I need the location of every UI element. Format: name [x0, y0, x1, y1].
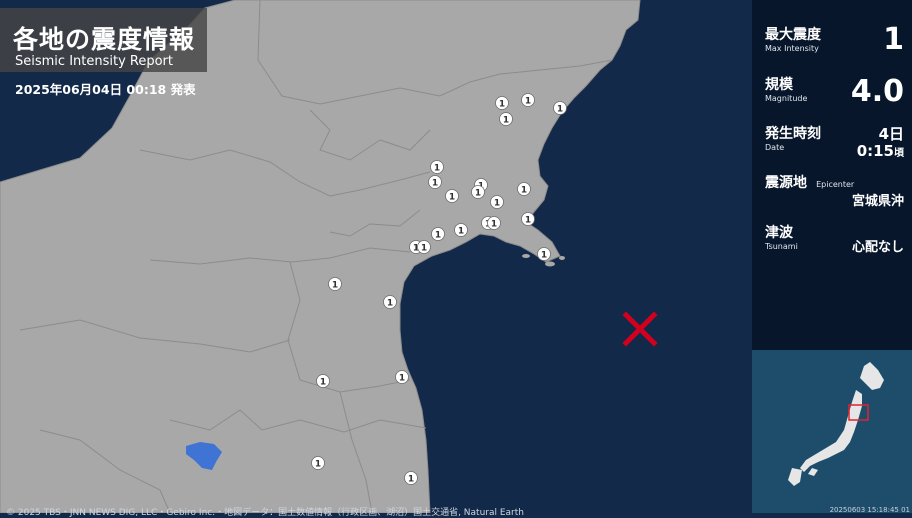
station-intensity-label: 1	[421, 244, 427, 254]
station-intensity-label: 1	[503, 116, 509, 126]
date-day: 4日	[878, 125, 904, 143]
station-intensity-label: 1	[557, 105, 563, 115]
station-intensity-label: 1	[387, 299, 393, 309]
station-intensity-label: 1	[525, 97, 531, 107]
tsunami-row: 津波 Tsunami 心配なし	[765, 222, 904, 256]
announcement-time: 2025年06月04日 00:18 発表	[15, 82, 196, 97]
station-intensity-label: 1	[525, 216, 531, 226]
epicenter-row: 震源地 Epicenter 宮城県沖	[765, 172, 904, 209]
station-intensity-label: 1	[458, 227, 464, 237]
max-intensity-value: 1	[883, 22, 904, 57]
station-intensity-label: 1	[521, 186, 527, 196]
station-intensity-label: 1	[499, 100, 505, 110]
title-box: 各地の震度情報 Seismic Intensity Report	[0, 8, 207, 72]
station-intensity-label: 1	[332, 281, 338, 291]
station-intensity-label: 1	[434, 164, 440, 174]
info-panel: 最大震度 Max Intensity 1 規模 Magnitude 4.0 発生…	[752, 0, 912, 350]
station-intensity-label: 1	[408, 475, 414, 485]
date-time: 0:15	[856, 142, 894, 160]
tsunami-value: 心配なし	[851, 240, 904, 255]
epicenter-label: 震源地	[765, 175, 807, 191]
station-intensity-label: 1	[491, 220, 497, 230]
map-credit: © 2025 TBS・JNN NEWS DIG, LLC・Gebiro Inc.…	[6, 508, 524, 518]
station-intensity-label: 1	[449, 193, 455, 203]
station-intensity-label: 1	[475, 189, 481, 199]
station-intensity-label: 1	[541, 251, 547, 261]
epicenter-label-wrap: 震源地 Epicenter	[765, 172, 904, 192]
map-canvas: 1111111111111111111111111	[0, 0, 752, 513]
japan-outline-svg	[788, 362, 884, 486]
epicenter-value: 宮城県沖	[851, 194, 904, 209]
magnitude-row: 規模 Magnitude 4.0	[765, 74, 904, 109]
date-suffix: 頃	[894, 148, 904, 159]
station-intensity-label: 1	[494, 199, 500, 209]
station-intensity-label: 1	[399, 374, 405, 384]
max-intensity-row: 最大震度 Max Intensity 1	[765, 22, 904, 58]
station-intensity-label: 1	[315, 460, 321, 470]
station-intensity-label: 1	[432, 179, 438, 189]
page-subtitle: Seismic Intensity Report	[15, 54, 173, 69]
date-time-wrap: 0:15頃	[857, 142, 904, 160]
inset-map	[752, 350, 912, 513]
date-row: 発生時刻 Date 4日 0:15頃	[765, 123, 904, 163]
station-intensity-label: 1	[435, 231, 441, 241]
page-title: 各地の震度情報	[13, 25, 196, 54]
station-intensity-label: 1	[320, 378, 326, 388]
epicenter-label-en: Epicenter	[816, 180, 855, 189]
japan-islands	[788, 362, 884, 486]
magnitude-value: 4.0	[850, 74, 904, 109]
